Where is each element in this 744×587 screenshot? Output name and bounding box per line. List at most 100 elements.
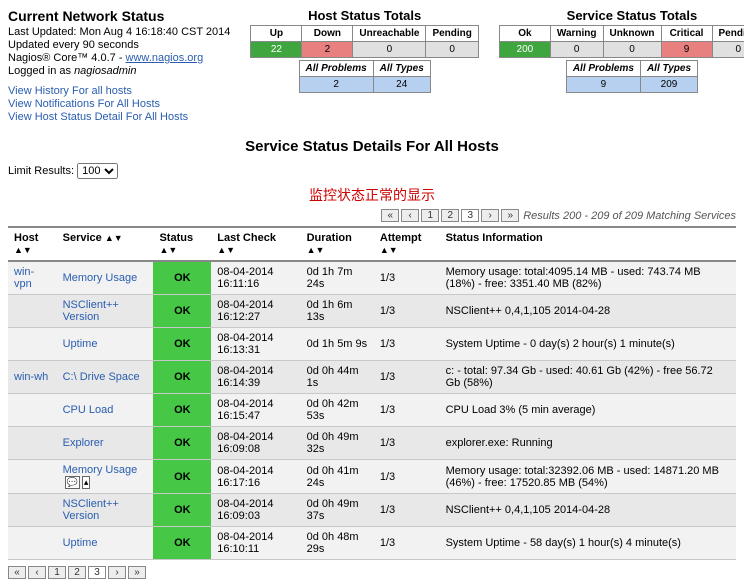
pager-page-2[interactable]: 2 [68, 566, 86, 579]
host-status-totals: Host Status Totals Up Down Unreachable P… [250, 8, 478, 93]
col-down[interactable]: Down [302, 26, 353, 42]
val-unknown[interactable]: 0 [603, 42, 661, 58]
cell-service: NSClient++ Version [57, 494, 154, 527]
th-last-check[interactable]: Last Check [211, 227, 300, 261]
limit-results: Limit Results: 100 [8, 163, 736, 179]
pager-bottom: « ‹ 1 2 3 › » [8, 566, 146, 579]
pager-first-icon[interactable]: « [381, 209, 399, 222]
cell-duration: 0d 0h 48m 29s [301, 527, 374, 560]
service-link[interactable]: Explorer [63, 437, 104, 449]
col-unknown[interactable]: Unknown [603, 26, 661, 42]
val-svc-all-problems[interactable]: 9 [566, 77, 640, 93]
cell-attempt: 1/3 [374, 427, 440, 460]
nagios-version: Nagios® Core™ 4.0.7 - www.nagios.org [8, 52, 230, 64]
cell-last-check: 08-04-2014 16:10:11 [211, 527, 300, 560]
cell-attempt: 1/3 [374, 527, 440, 560]
service-link[interactable]: C:\ Drive Space [63, 371, 140, 383]
val-svc-all-types[interactable]: 209 [640, 77, 697, 93]
th-duration[interactable]: Duration [301, 227, 374, 261]
extra-action-icon[interactable]: ▴ [82, 476, 91, 489]
pager-page-1[interactable]: 1 [48, 566, 66, 579]
val-up[interactable]: 22 [251, 42, 302, 58]
col-svc-all-problems[interactable]: All Problems [566, 61, 640, 77]
col-unreachable[interactable]: Unreachable [353, 26, 426, 42]
val-unreachable[interactable]: 0 [353, 42, 426, 58]
cell-service: NSClient++ Version [57, 295, 154, 328]
link-host-detail[interactable]: View Host Status Detail For All Hosts [8, 111, 230, 123]
pager-page-1[interactable]: 1 [421, 209, 439, 222]
col-all-problems[interactable]: All Problems [299, 61, 373, 77]
val-pending[interactable]: 0 [426, 42, 478, 58]
val-ok[interactable]: 200 [499, 42, 550, 58]
val-svc-pending[interactable]: 0 [712, 42, 744, 58]
val-all-problems[interactable]: 2 [299, 77, 373, 93]
cell-status: OK [153, 460, 211, 494]
table-row: ExplorerOK08-04-2014 16:09:080d 0h 49m 3… [8, 427, 736, 460]
service-link[interactable]: Memory Usage [63, 272, 138, 284]
table-row: win-vpnMemory UsageOK08-04-2014 16:11:16… [8, 261, 736, 295]
th-host[interactable]: Host [8, 227, 57, 261]
cell-attempt: 1/3 [374, 460, 440, 494]
col-all-types[interactable]: All Types [373, 61, 430, 77]
th-attempt[interactable]: Attempt [374, 227, 440, 261]
pager-page-3[interactable]: 3 [461, 209, 479, 222]
annotation-text: 监控状态正常的显示 [8, 185, 736, 205]
th-service[interactable]: Service [57, 227, 154, 261]
val-critical[interactable]: 9 [661, 42, 712, 58]
th-status[interactable]: Status [153, 227, 211, 261]
col-svc-pending[interactable]: Pending [712, 26, 744, 42]
val-down[interactable]: 2 [302, 42, 353, 58]
limit-select[interactable]: 100 [77, 163, 118, 179]
pager-next-icon[interactable]: › [481, 209, 499, 222]
val-warning[interactable]: 0 [550, 42, 603, 58]
cell-info: NSClient++ 0,4,1,105 2014-04-28 [440, 295, 736, 328]
pager-next-icon[interactable]: › [108, 566, 126, 579]
col-ok[interactable]: Ok [499, 26, 550, 42]
cell-info: System Uptime - 58 day(s) 1 hour(s) 4 mi… [440, 527, 736, 560]
cell-service: Uptime [57, 527, 154, 560]
cell-info: c: - total: 97.34 Gb - used: 40.61 Gb (4… [440, 361, 736, 394]
table-row: NSClient++ VersionOK08-04-2014 16:09:030… [8, 494, 736, 527]
service-link[interactable]: Uptime [63, 338, 98, 350]
cell-status: OK [153, 494, 211, 527]
cns-title: Current Network Status [8, 8, 230, 24]
cell-service: CPU Load [57, 394, 154, 427]
comment-icon[interactable]: 💬 [65, 476, 80, 489]
pager-prev-icon[interactable]: ‹ [401, 209, 419, 222]
col-critical[interactable]: Critical [661, 26, 712, 42]
pager-first-icon[interactable]: « [8, 566, 26, 579]
service-link[interactable]: Memory Usage [63, 464, 138, 476]
pager-page-2[interactable]: 2 [441, 209, 459, 222]
table-row: CPU LoadOK08-04-2014 16:15:470d 0h 42m 5… [8, 394, 736, 427]
link-notifications[interactable]: View Notifications For All Hosts [8, 98, 230, 110]
pager-prev-icon[interactable]: ‹ [28, 566, 46, 579]
col-pending[interactable]: Pending [426, 26, 478, 42]
cell-host: win-wh [8, 361, 57, 394]
nagios-link[interactable]: www.nagios.org [126, 52, 204, 64]
section-title: Service Status Details For All Hosts [8, 138, 736, 155]
val-all-types[interactable]: 24 [373, 77, 430, 93]
cell-host [8, 527, 57, 560]
cell-attempt: 1/3 [374, 295, 440, 328]
col-up[interactable]: Up [251, 26, 302, 42]
service-link[interactable]: Uptime [63, 537, 98, 549]
col-warning[interactable]: Warning [550, 26, 603, 42]
col-svc-all-types[interactable]: All Types [640, 61, 697, 77]
service-link[interactable]: NSClient++ Version [63, 299, 119, 323]
pager-page-3[interactable]: 3 [88, 566, 106, 579]
cell-duration: 0d 1h 7m 24s [301, 261, 374, 295]
link-history[interactable]: View History For all hosts [8, 85, 230, 97]
service-link[interactable]: CPU Load [63, 404, 114, 416]
cell-service: Explorer [57, 427, 154, 460]
pager-last-icon[interactable]: » [128, 566, 146, 579]
cell-host [8, 460, 57, 494]
host-link[interactable]: win-vpn [14, 266, 34, 290]
cell-duration: 0d 0h 49m 37s [301, 494, 374, 527]
cell-info: explorer.exe: Running [440, 427, 736, 460]
cell-info: NSClient++ 0,4,1,105 2014-04-28 [440, 494, 736, 527]
cell-duration: 0d 0h 42m 53s [301, 394, 374, 427]
cell-host [8, 295, 57, 328]
service-link[interactable]: NSClient++ Version [63, 498, 119, 522]
pager-last-icon[interactable]: » [501, 209, 519, 222]
host-link[interactable]: win-wh [14, 371, 48, 383]
